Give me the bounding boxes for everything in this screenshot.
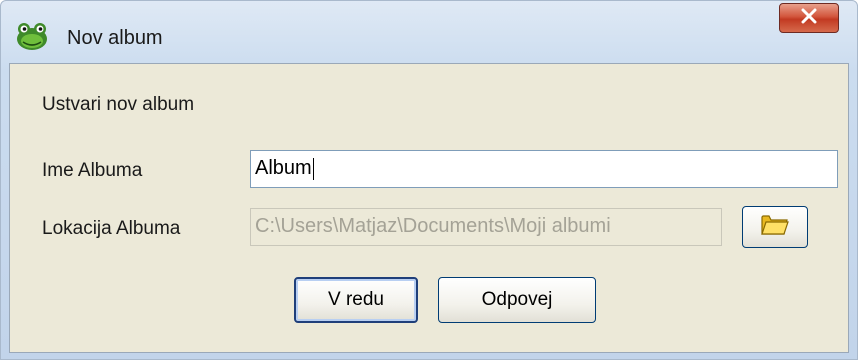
album-name-label: Ime Albuma (42, 160, 143, 181)
frog-app-icon (15, 21, 49, 51)
text-caret (312, 157, 314, 180)
window-title: Nov album (67, 27, 163, 49)
dialog-window: Nov album Ustvari nov album Ime Albuma A… (0, 0, 858, 360)
album-name-value: Album (255, 157, 312, 179)
dialog-body: Ustvari nov album Ime Albuma Album Lokac… (9, 63, 849, 353)
folder-icon (760, 211, 790, 243)
album-location-value: C:\Users\Matjaz\Documents\Moji albumi (255, 215, 611, 237)
album-name-input[interactable]: Album (250, 150, 838, 188)
close-button[interactable] (779, 3, 839, 33)
title-bar[interactable]: Nov album (1, 1, 857, 63)
ok-button[interactable]: V redu (294, 277, 418, 323)
browse-folder-button[interactable] (742, 206, 808, 248)
cancel-button[interactable]: Odpovej (438, 277, 596, 323)
album-location-label: Lokacija Albuma (42, 218, 181, 239)
album-location-input: C:\Users\Matjaz\Documents\Moji albumi (250, 208, 722, 246)
close-icon (800, 8, 818, 29)
intro-text: Ustvari nov album (42, 94, 195, 115)
